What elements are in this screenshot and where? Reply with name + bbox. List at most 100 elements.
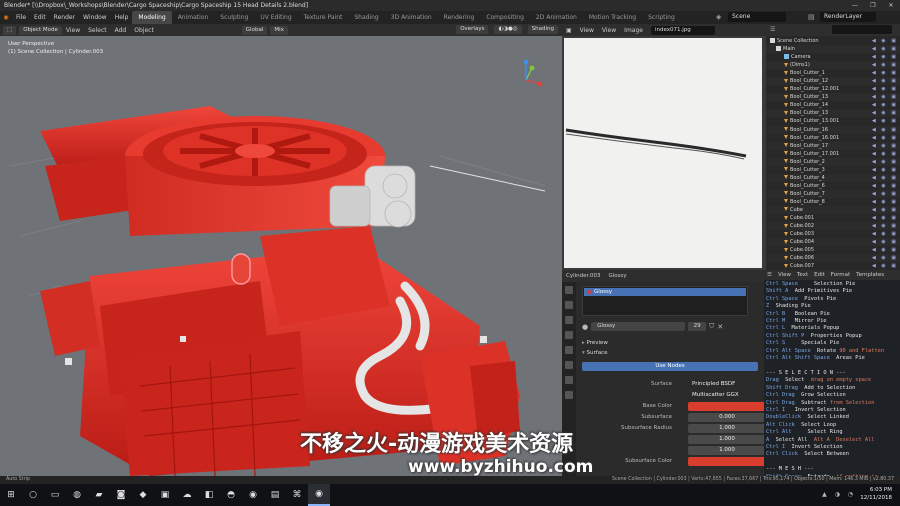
workspace-tab-modeling[interactable]: Modeling — [132, 11, 172, 24]
browser-icon[interactable]: ◍ — [66, 484, 88, 506]
visibility-icons[interactable]: ◀ ◉ ▣ — [872, 214, 898, 222]
viewport-menu-add[interactable]: Add — [111, 27, 131, 34]
outliner-item[interactable]: Bool_Cutter_16.001 ◀ ◉ ▣ — [766, 134, 900, 142]
transform-orientation[interactable]: Global — [241, 25, 268, 35]
shading-modes-icon[interactable]: ◐◑●◎ — [494, 25, 522, 34]
properties-tab-icon[interactable] — [565, 331, 573, 339]
property-field[interactable]: 1.000 — [688, 435, 764, 444]
outliner-item[interactable]: Cube.006 ◀ ◉ ▣ — [766, 254, 900, 263]
minimize-button[interactable]: — — [846, 0, 864, 11]
mode-selector[interactable]: Object Mode — [19, 25, 62, 35]
visibility-icons[interactable]: ◀ ◉ ▣ — [872, 254, 898, 262]
scene-icon[interactable]: ◈ — [716, 13, 721, 21]
visibility-icons[interactable]: ◀ ◉ ▣ — [872, 45, 898, 53]
properties-tab-icon[interactable] — [565, 391, 573, 399]
image-editor-type-icon[interactable]: ▣ — [562, 27, 576, 34]
workspace-tab[interactable]: 3D Animation — [385, 11, 438, 24]
outliner-item[interactable]: Bool_Cutter_13 ◀ ◉ ▣ — [766, 93, 900, 102]
outliner-item[interactable]: Cube.005 ◀ ◉ ▣ — [766, 246, 900, 254]
menu-help[interactable]: Help — [111, 14, 133, 21]
property-field[interactable]: Principled BSDF — [688, 380, 764, 389]
visibility-icons[interactable]: ◀ ◉ ▣ — [872, 182, 898, 190]
image-editor[interactable]: ▣ View View Image index071.jpg — [562, 24, 766, 270]
properties-tab-icon[interactable] — [565, 286, 573, 294]
workspace-tab[interactable]: Rendering — [438, 11, 481, 24]
properties-tab-icon[interactable] — [565, 301, 573, 309]
outliner-item[interactable]: Cube.002 ◀ ◉ ▣ — [766, 222, 900, 231]
workspace-tab[interactable]: Motion Tracking — [583, 11, 642, 24]
task-view-icon[interactable]: ▭ — [44, 484, 66, 506]
visibility-icons[interactable]: ◀ ◉ ▣ — [872, 93, 898, 101]
properties-tab-icon[interactable] — [565, 376, 573, 384]
text-menu-view[interactable]: View — [775, 272, 794, 278]
menu-render[interactable]: Render — [50, 14, 79, 21]
app-icon[interactable]: ◙ — [110, 484, 132, 506]
visibility-icons[interactable]: ◀ ◉ ▣ — [872, 238, 898, 246]
property-field[interactable] — [688, 457, 764, 466]
surface-section-header[interactable]: Surface — [582, 350, 608, 356]
outliner-item[interactable]: Bool_Cutter_16 ◀ ◉ ▣ — [766, 125, 900, 134]
outliner-item[interactable]: Main ◀ ◉ ▣ — [766, 45, 900, 54]
clock[interactable]: 6:03 PM 12/11/2018 — [860, 486, 892, 502]
visibility-icons[interactable]: ◀ ◉ ▣ — [872, 142, 898, 150]
visibility-icons[interactable]: ◀ ◉ ▣ — [872, 198, 898, 206]
navigation-gizmo-icon[interactable] — [506, 60, 546, 100]
visibility-icons[interactable]: ◀ ◉ ▣ — [872, 37, 898, 45]
outliner-type-icon[interactable]: ☰ — [770, 26, 775, 33]
blender-taskbar-icon[interactable]: ◉ — [308, 484, 330, 506]
workspace-tab[interactable]: Animation — [172, 11, 215, 24]
visibility-icons[interactable]: ◀ ◉ ▣ — [872, 206, 898, 214]
render-layer-icon[interactable]: ▤ — [808, 13, 815, 21]
outliner-item[interactable]: Bool_Cutter_17 ◀ ◉ ▣ — [766, 141, 900, 150]
visibility-icons[interactable]: ◀ ◉ ▣ — [872, 246, 898, 254]
workspace-tab[interactable]: Shading — [348, 11, 384, 24]
visibility-icons[interactable]: ◀ ◉ ▣ — [872, 109, 898, 117]
outliner-item[interactable]: Bool_Cutter_17.001 ◀ ◉ ▣ — [766, 150, 900, 158]
viewport-menu-view[interactable]: View — [62, 27, 84, 34]
visibility-icons[interactable]: ◀ ◉ ▣ — [872, 61, 898, 69]
menu-file[interactable]: File — [12, 14, 30, 21]
use-nodes-button[interactable]: Use Nodes — [582, 362, 758, 371]
outliner-item[interactable]: Bool_Cutter_12 ◀ ◉ ▣ — [766, 77, 900, 86]
image-menu-image[interactable]: Image — [620, 27, 647, 34]
workspace-tab[interactable]: 2D Animation — [530, 11, 583, 24]
menu-edit[interactable]: Edit — [30, 14, 50, 21]
fake-user-icon[interactable]: ⛉ — [709, 322, 714, 331]
workspace-tab[interactable]: Scripting — [642, 11, 681, 24]
folder-icon[interactable]: ▰ — [88, 484, 110, 506]
blender-logo-icon[interactable]: ◉ — [0, 11, 12, 24]
outliner-search-input[interactable] — [832, 25, 892, 34]
material-slot-item[interactable]: Glossy — [584, 288, 746, 296]
outliner-item[interactable]: Bool_Cutter_3 ◀ ◉ ▣ — [766, 166, 900, 174]
editor-type-icon[interactable]: ⬚ — [3, 25, 17, 35]
outliner-item[interactable]: Cube.003 ◀ ◉ ▣ — [766, 230, 900, 238]
visibility-icons[interactable]: ◀ ◉ ▣ — [872, 230, 898, 238]
visibility-icons[interactable]: ◀ ◉ ▣ — [872, 222, 898, 230]
workspace-tab[interactable]: Compositing — [480, 11, 530, 24]
start-icon[interactable]: ⊞ — [0, 484, 22, 506]
code-editor-icon[interactable]: ⌘ — [286, 484, 308, 506]
outliner-item[interactable]: Cube.007 ◀ ◉ ▣ — [766, 262, 900, 270]
outliner-item[interactable]: Bool_Cutter_8 ◀ ◉ ▣ — [766, 198, 900, 206]
workspace-tab[interactable]: Texture Paint — [298, 11, 349, 24]
visibility-icons[interactable]: ◀ ◉ ▣ — [872, 53, 898, 61]
visibility-icons[interactable]: ◀ ◉ ▣ — [872, 85, 898, 93]
menu-window[interactable]: Window — [79, 14, 111, 21]
property-field[interactable] — [688, 402, 764, 411]
visibility-icons[interactable]: ◀ ◉ ▣ — [872, 174, 898, 182]
visibility-icons[interactable]: ◀ ◉ ▣ — [872, 150, 898, 158]
app-icon[interactable]: ▣ — [154, 484, 176, 506]
close-button[interactable]: ✕ — [882, 0, 900, 11]
material-slot-list[interactable]: Glossy — [582, 286, 748, 316]
visibility-icons[interactable]: ◀ ◉ ▣ — [872, 77, 898, 85]
app-icon[interactable]: ◉ — [242, 484, 264, 506]
unlink-icon[interactable]: ✕ — [717, 323, 723, 331]
properties-tab-icon[interactable] — [565, 316, 573, 324]
shading-button[interactable]: Shading — [527, 25, 558, 34]
outliner-item[interactable]: Cube.004 ◀ ◉ ▣ — [766, 238, 900, 247]
text-menu-edit[interactable]: Edit — [811, 272, 828, 278]
render-layer-selector[interactable]: RenderLayer — [820, 12, 876, 22]
visibility-icons[interactable]: ◀ ◉ ▣ — [872, 166, 898, 174]
outliner-item[interactable]: Bool_Cutter_14 ◀ ◉ ▣ — [766, 101, 900, 109]
viewport-menu-select[interactable]: Select — [84, 27, 111, 34]
